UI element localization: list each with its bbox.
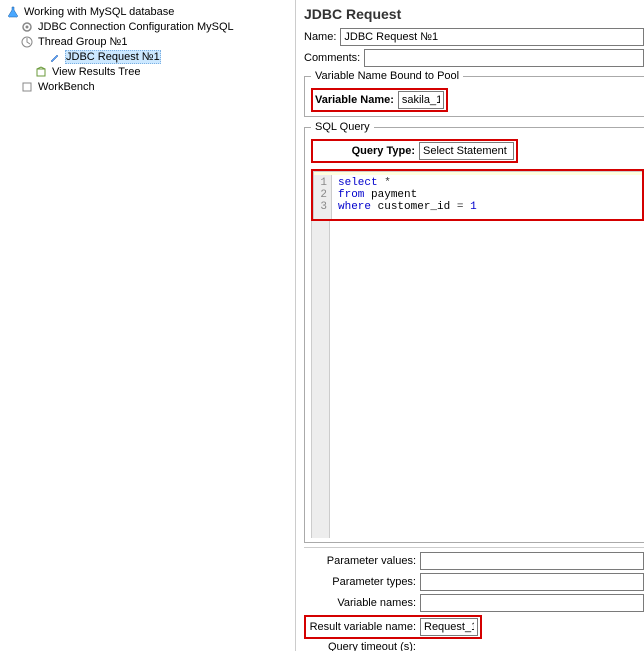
results-icon [34,65,48,79]
identifier: customer_id [378,201,451,213]
pool-fieldset: Variable Name Bound to Pool Variable Nam… [304,70,644,117]
result-var-row: Result variable name: [304,615,644,639]
dropper-icon [48,50,62,64]
result-var-input[interactable] [420,618,478,636]
tree-item-label: JDBC Request №1 [65,50,161,64]
comments-input[interactable] [364,49,644,67]
pool-legend: Variable Name Bound to Pool [311,70,463,82]
thread-icon [20,35,34,49]
keyword: where [338,201,371,213]
tree-root[interactable]: Working with MySQL database [4,4,295,19]
line-number: 3 [314,201,327,213]
sql-legend: SQL Query [311,121,374,133]
tree-item-workbench[interactable]: WorkBench [4,79,295,94]
param-values-input[interactable] [420,552,644,570]
param-types-input[interactable] [420,573,644,591]
var-names-label: Variable names: [304,597,420,609]
name-label: Name: [304,31,340,43]
sql-fieldset: SQL Query Query Type: 1 2 3 select * [304,121,644,543]
comments-label: Comments: [304,52,364,64]
highlight-code: 1 2 3 select * from payment where custom… [311,169,644,221]
main-panel: JDBC Request Name: Comments: Variable Na… [296,0,644,651]
highlight-querytype: Query Type: [311,139,518,163]
keyword: from [338,189,364,201]
tree-item-label: JDBC Connection Configuration MySQL [37,21,235,33]
result-var-label: Result variable name: [308,621,420,633]
name-input[interactable] [340,28,644,46]
varname-input[interactable] [398,91,444,109]
param-types-label: Parameter types: [304,576,420,588]
tree-item-label: WorkBench [37,81,96,93]
tree-panel: Working with MySQL database JDBC Connect… [0,0,296,651]
code-gutter [312,221,330,538]
comments-row: Comments: [304,49,644,67]
name-row: Name: [304,28,644,46]
code-gutter: 1 2 3 [314,175,332,219]
querytype-label: Query Type: [315,145,419,157]
tree-item-jdbc-request[interactable]: JDBC Request №1 [4,49,295,64]
code-body-rest[interactable] [311,221,644,538]
flask-icon [6,5,20,19]
query-timeout-label: Query timeout (s): [304,642,420,651]
code-area: 1 2 3 select * from payment where custom… [311,169,644,538]
tree-item-label: View Results Tree [51,66,141,78]
var-names-row: Variable names: [304,594,644,612]
gear-icon [20,20,34,34]
tree-item-view-results[interactable]: View Results Tree [4,64,295,79]
line-number: 2 [314,189,327,201]
varname-label: Variable Name: [315,94,398,106]
highlight-varname: Variable Name: [311,88,448,112]
param-types-row: Parameter types: [304,573,644,591]
workbench-icon [20,80,34,94]
highlight-result-var: Result variable name: [304,615,482,639]
token: * [384,177,391,189]
line-number: 1 [314,177,327,189]
keyword: select [338,177,378,189]
identifier: payment [371,189,417,201]
code-editor[interactable]: select * from payment where customer_id … [332,175,477,219]
param-values-label: Parameter values: [304,555,420,567]
bottom-form: Parameter values: Parameter types: Varia… [304,547,644,651]
param-values-row: Parameter values: [304,552,644,570]
var-names-input[interactable] [420,594,644,612]
number: 1 [470,201,477,213]
operator: = [457,201,464,213]
panel-title: JDBC Request [304,6,644,22]
query-timeout-row: Query timeout (s): [304,642,644,651]
querytype-select[interactable] [419,142,514,160]
tree-item-label: Working with MySQL database [23,6,175,18]
tree-item-thread-group[interactable]: Thread Group №1 [4,34,295,49]
tree-item-label: Thread Group №1 [37,36,128,48]
tree-item-jdbc-config[interactable]: JDBC Connection Configuration MySQL [4,19,295,34]
